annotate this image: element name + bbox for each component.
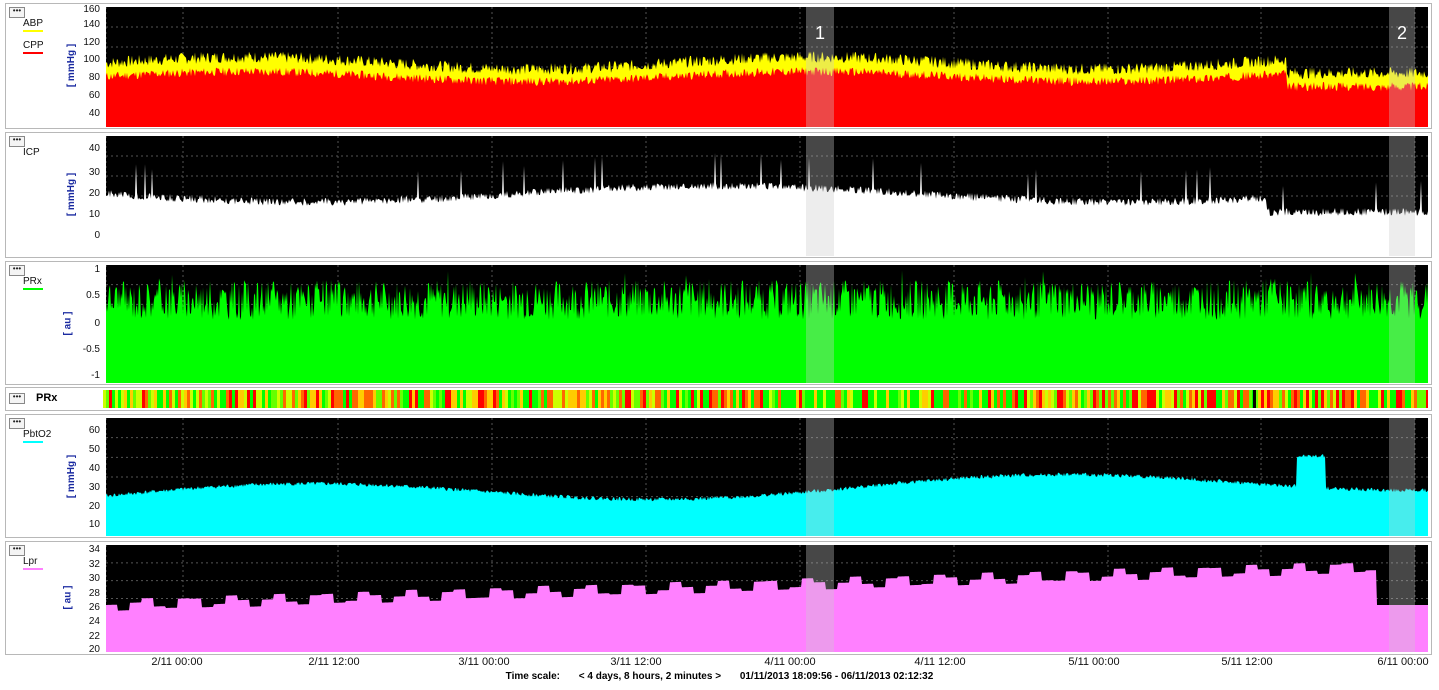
- prx-legend: PRx: [23, 276, 43, 290]
- pbto2-tick: 10: [88, 519, 100, 530]
- lpr-panel-menu-button[interactable]: •••: [9, 545, 25, 556]
- abp-tick: 160: [83, 4, 100, 15]
- lpr-tick: 22: [88, 631, 100, 642]
- abp-tick: 120: [83, 37, 100, 48]
- prx-panel-menu-button[interactable]: •••: [9, 265, 25, 276]
- pbto2-tick: 60: [88, 425, 100, 436]
- cpp-legend: CPP: [23, 40, 44, 54]
- pbto2-legend-label: PbtO2: [23, 429, 52, 440]
- prx-tick: -0.5: [82, 344, 100, 355]
- x-axis-label: 2/11 12:00: [308, 656, 360, 668]
- x-axis-label: 6/11 00:00: [1377, 656, 1429, 668]
- icp-legend-label: ICP: [23, 147, 40, 158]
- prx-tick: 0.5: [86, 290, 100, 301]
- pbto2-plot[interactable]: [106, 418, 1428, 536]
- x-axis-label: 3/11 00:00: [458, 656, 510, 668]
- prx-tick: 0: [94, 318, 100, 329]
- lpr-tick: 26: [88, 602, 100, 613]
- abp-panel-menu-button[interactable]: •••: [9, 7, 25, 18]
- marker-2-label: 2: [1397, 23, 1407, 43]
- pbto2-legend: PbtO2: [23, 429, 51, 443]
- lpr-tick: 24: [88, 616, 100, 627]
- pbto2-tick: 20: [88, 501, 100, 512]
- icp-tick: 0: [94, 230, 100, 241]
- prx-plot[interactable]: [106, 265, 1428, 383]
- prx-colorbar-menu-button[interactable]: •••: [9, 393, 25, 404]
- icp-panel: ••• ICP [ mmHg ] 40 30 20 10 0: [5, 132, 1432, 258]
- x-axis-label: 5/11 00:00: [1068, 656, 1120, 668]
- x-axis-label: 4/11 12:00: [914, 656, 966, 668]
- abp-cpp-plot[interactable]: 1 2: [106, 7, 1428, 127]
- pbto2-tick: 30: [88, 482, 100, 493]
- time-scale-footer: Time scale: < 4 days, 8 hours, 2 minutes…: [0, 668, 1439, 686]
- abp-cpp-panel: ••• ABP CPP [ mmHg ] 160 140 120 100 80 …: [5, 3, 1432, 129]
- prx-legend-label: PRx: [23, 276, 42, 287]
- prx-tick: 1: [94, 264, 100, 275]
- icp-tick: 30: [88, 167, 100, 178]
- icp-legend: ICP: [23, 147, 40, 158]
- icp-panel-menu-button[interactable]: •••: [9, 136, 25, 147]
- abp-tick: 80: [88, 72, 100, 83]
- lpr-legend-label: Lpr: [23, 556, 38, 567]
- time-scale-range: 01/11/2013 18:09:56 - 06/11/2013 02:12:3…: [739, 671, 934, 682]
- lpr-tick: 20: [88, 644, 100, 655]
- icp-tick: 20: [88, 188, 100, 199]
- cpp-legend-label: CPP: [23, 40, 44, 51]
- lpr-tick: 30: [88, 573, 100, 584]
- icp-tick: 40: [88, 143, 100, 154]
- prx-colorbar[interactable]: [103, 390, 1428, 408]
- lpr-tick: 32: [88, 559, 100, 570]
- prx-panel: ••• PRx [ au ] 1 0.5 0 -0.5 -1: [5, 261, 1432, 385]
- lpr-plot[interactable]: [106, 545, 1428, 652]
- icp-tick: 10: [88, 209, 100, 220]
- icp-plot[interactable]: [106, 136, 1428, 256]
- abp-tick: 60: [88, 90, 100, 101]
- pbto2-panel: ••• PbtO2 [ mmHg ] 60 50 40 30 20 10: [5, 414, 1432, 538]
- abp-legend-label: ABP: [23, 18, 44, 29]
- pbto2-panel-menu-button[interactable]: •••: [9, 418, 25, 429]
- time-scale-label: Time scale:: [505, 671, 560, 682]
- abp-tick: 140: [83, 19, 100, 30]
- lpr-tick: 28: [88, 588, 100, 599]
- lpr-panel: ••• Lpr [ au ] 34 32 30 28 26 24 22 20: [5, 541, 1432, 655]
- marker-1-label: 1: [815, 23, 825, 43]
- time-scale-span[interactable]: < 4 days, 8 hours, 2 minutes >: [579, 671, 721, 682]
- x-axis-label: 2/11 00:00: [151, 656, 203, 668]
- x-axis-label: 5/11 12:00: [1221, 656, 1273, 668]
- x-axis-label: 3/11 12:00: [610, 656, 662, 668]
- abp-tick: 100: [83, 54, 100, 65]
- abp-legend: ABP: [23, 18, 43, 32]
- pbto2-tick: 40: [88, 463, 100, 474]
- prx-colorbar-panel: ••• PRx: [5, 387, 1432, 411]
- x-axis-label: 4/11 00:00: [764, 656, 816, 668]
- lpr-legend: Lpr: [23, 556, 43, 570]
- abp-tick: 40: [88, 108, 100, 119]
- pbto2-tick: 50: [88, 444, 100, 455]
- prx-tick: -1: [91, 370, 100, 381]
- prx-colorbar-label: PRx: [36, 392, 58, 404]
- lpr-tick: 34: [88, 544, 100, 555]
